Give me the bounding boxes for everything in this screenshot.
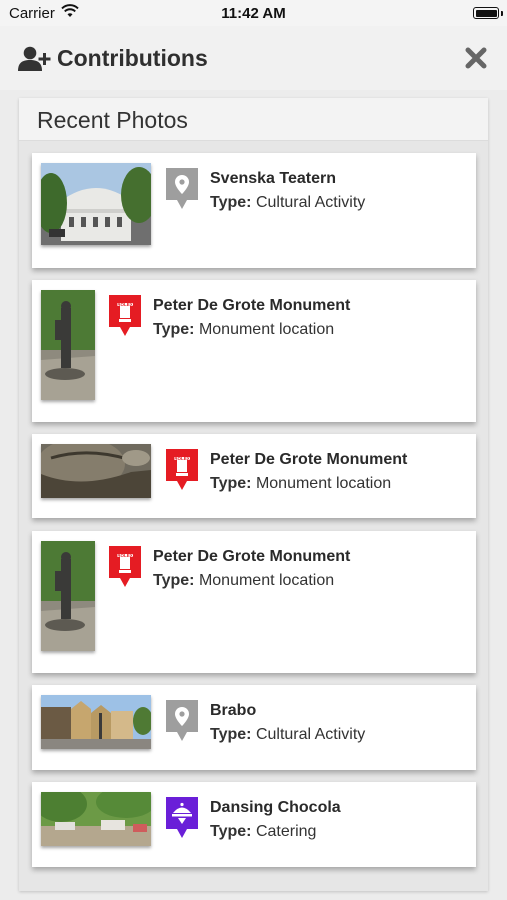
item-type: Type: Cultural Activity [210,194,366,211]
item-name: Peter De Grote Monument [210,451,408,468]
purple-catering-pin-icon [166,797,198,838]
list-item[interactable]: ROLEX Peter De Grote Monument Type: Monu… [32,280,476,422]
photo-thumbnail [41,290,95,400]
page-title: Contributions [57,45,208,71]
red-monument-pin-icon: ROLEX [109,546,141,587]
battery-icon [473,7,499,19]
list-item[interactable]: Svenska Teatern Type: Cultural Activity [32,153,476,268]
page-header: Contributions [0,26,507,90]
list-item[interactable]: ROLEX Peter De Grote Monument Type: Monu… [32,434,476,518]
svg-text:ROLEX: ROLEX [117,302,133,307]
svg-text:ROLEX: ROLEX [174,456,190,461]
list-item[interactable]: Brabo Type: Cultural Activity [32,685,476,770]
item-name: Dansing Chocola [210,799,341,816]
panel-header: Recent Photos [19,98,488,141]
close-icon[interactable] [464,46,488,70]
clock: 11:42 AM [221,5,286,22]
svg-text:ROLEX: ROLEX [117,553,133,558]
panel-title: Recent Photos [37,107,188,133]
red-monument-pin-icon: ROLEX [166,449,198,490]
list-item[interactable]: Dansing Chocola Type: Catering [32,782,476,867]
item-type: Type: Monument location [210,475,392,492]
grey-location-pin-icon [166,168,198,209]
photo-thumbnail [41,163,151,245]
item-name: Svenska Teatern [210,170,336,187]
list-item[interactable]: ROLEX Peter De Grote Monument Type: Monu… [32,531,476,673]
item-type: Type: Monument location [153,321,335,338]
red-monument-pin-icon: ROLEX [109,295,141,336]
item-name: Peter De Grote Monument [153,548,351,565]
item-type: Type: Monument location [153,572,335,589]
item-type: Type: Catering [210,823,317,840]
status-bar: Carrier 11:42 AM [0,0,507,26]
photo-thumbnail [41,695,151,749]
grey-location-pin-icon [166,700,198,741]
add-user-icon [18,46,51,71]
item-name: Brabo [210,702,257,719]
item-name: Peter De Grote Monument [153,297,351,314]
photo-thumbnail [41,444,151,498]
item-type: Type: Cultural Activity [210,726,366,743]
photo-thumbnail [41,792,151,846]
photo-thumbnail [41,541,95,651]
